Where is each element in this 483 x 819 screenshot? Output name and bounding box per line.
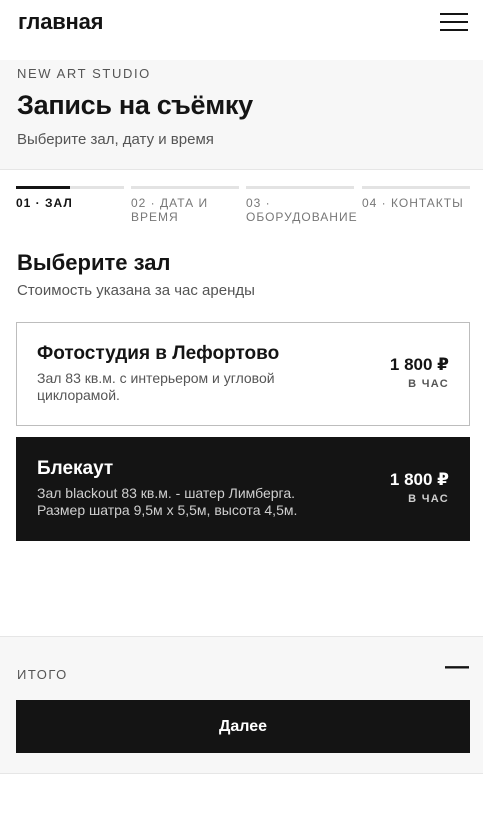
- total-value: —: [445, 653, 469, 680]
- menu-line: [440, 21, 468, 23]
- hall-name: Блекаут: [37, 458, 114, 479]
- step-label: 01 · ЗАЛ: [16, 196, 73, 210]
- menu-line: [440, 13, 468, 15]
- step-progress-bar: [362, 186, 470, 189]
- hall-price: 1 800 ₽: [389, 355, 449, 374]
- step-hall[interactable]: 01 · ЗАЛ: [16, 186, 124, 210]
- home-logo-link[interactable]: главная: [18, 9, 104, 35]
- studio-name: NEW ART STUDIO: [17, 66, 151, 81]
- step-contacts[interactable]: 04 · КОНТАКТЫ: [362, 186, 470, 210]
- booking-header: NEW ART STUDIO Запись на съёмку Выберите…: [0, 60, 483, 170]
- step-progress-bar: [246, 186, 354, 189]
- next-button[interactable]: Далее: [16, 700, 470, 753]
- hall-price-unit: В ЧАС: [408, 493, 449, 505]
- step-label: 04 · КОНТАКТЫ: [362, 196, 464, 210]
- menu-line: [440, 29, 468, 31]
- section-subtitle: Стоимость указана за час аренды: [17, 282, 255, 299]
- step-progress-bar: [16, 186, 124, 189]
- page-subtitle: Выберите зал, дату и время: [17, 131, 214, 148]
- hall-card-blackout[interactable]: Блекаут Зал blackout 83 кв.м. - шатер Ли…: [16, 437, 470, 541]
- booking-footer: ИТОГО — Далее: [0, 636, 483, 774]
- hall-card-lefortovo[interactable]: Фотостудия в Лефортово Зал 83 кв.м. с ин…: [16, 322, 470, 426]
- hall-description: Зал 83 кв.м. с интерьером и угловой цикл…: [37, 370, 275, 403]
- page-title: Запись на съёмку: [17, 90, 253, 120]
- step-progress-fill: [16, 186, 70, 189]
- booking-page: NEW ART STUDIO Запись на съёмку Выберите…: [0, 60, 483, 636]
- booking-steps: 01 · ЗАЛ 02 · ДАТА И ВРЕМЯ 03 · ОБОРУДОВ…: [16, 186, 470, 226]
- hall-description: Зал blackout 83 кв.м. - шатер Лимберга. …: [37, 485, 298, 518]
- step-date-time[interactable]: 02 · ДАТА И ВРЕМЯ: [131, 186, 239, 224]
- step-equipment[interactable]: 03 · ОБОРУДОВАНИЕ: [246, 186, 358, 224]
- step-label: 02 · ДАТА И ВРЕМЯ: [131, 196, 209, 224]
- hall-name: Фотостудия в Лефортово: [37, 343, 280, 364]
- top-bar: главная: [0, 0, 483, 60]
- step-label: 03 · ОБОРУДОВАНИЕ: [246, 196, 358, 224]
- total-label: ИТОГО: [17, 667, 68, 682]
- section-title: Выберите зал: [17, 250, 171, 275]
- hall-price: 1 800 ₽: [389, 470, 449, 489]
- hamburger-menu-icon[interactable]: [440, 13, 468, 31]
- hall-price-unit: В ЧАС: [408, 378, 449, 390]
- step-progress-bar: [131, 186, 239, 189]
